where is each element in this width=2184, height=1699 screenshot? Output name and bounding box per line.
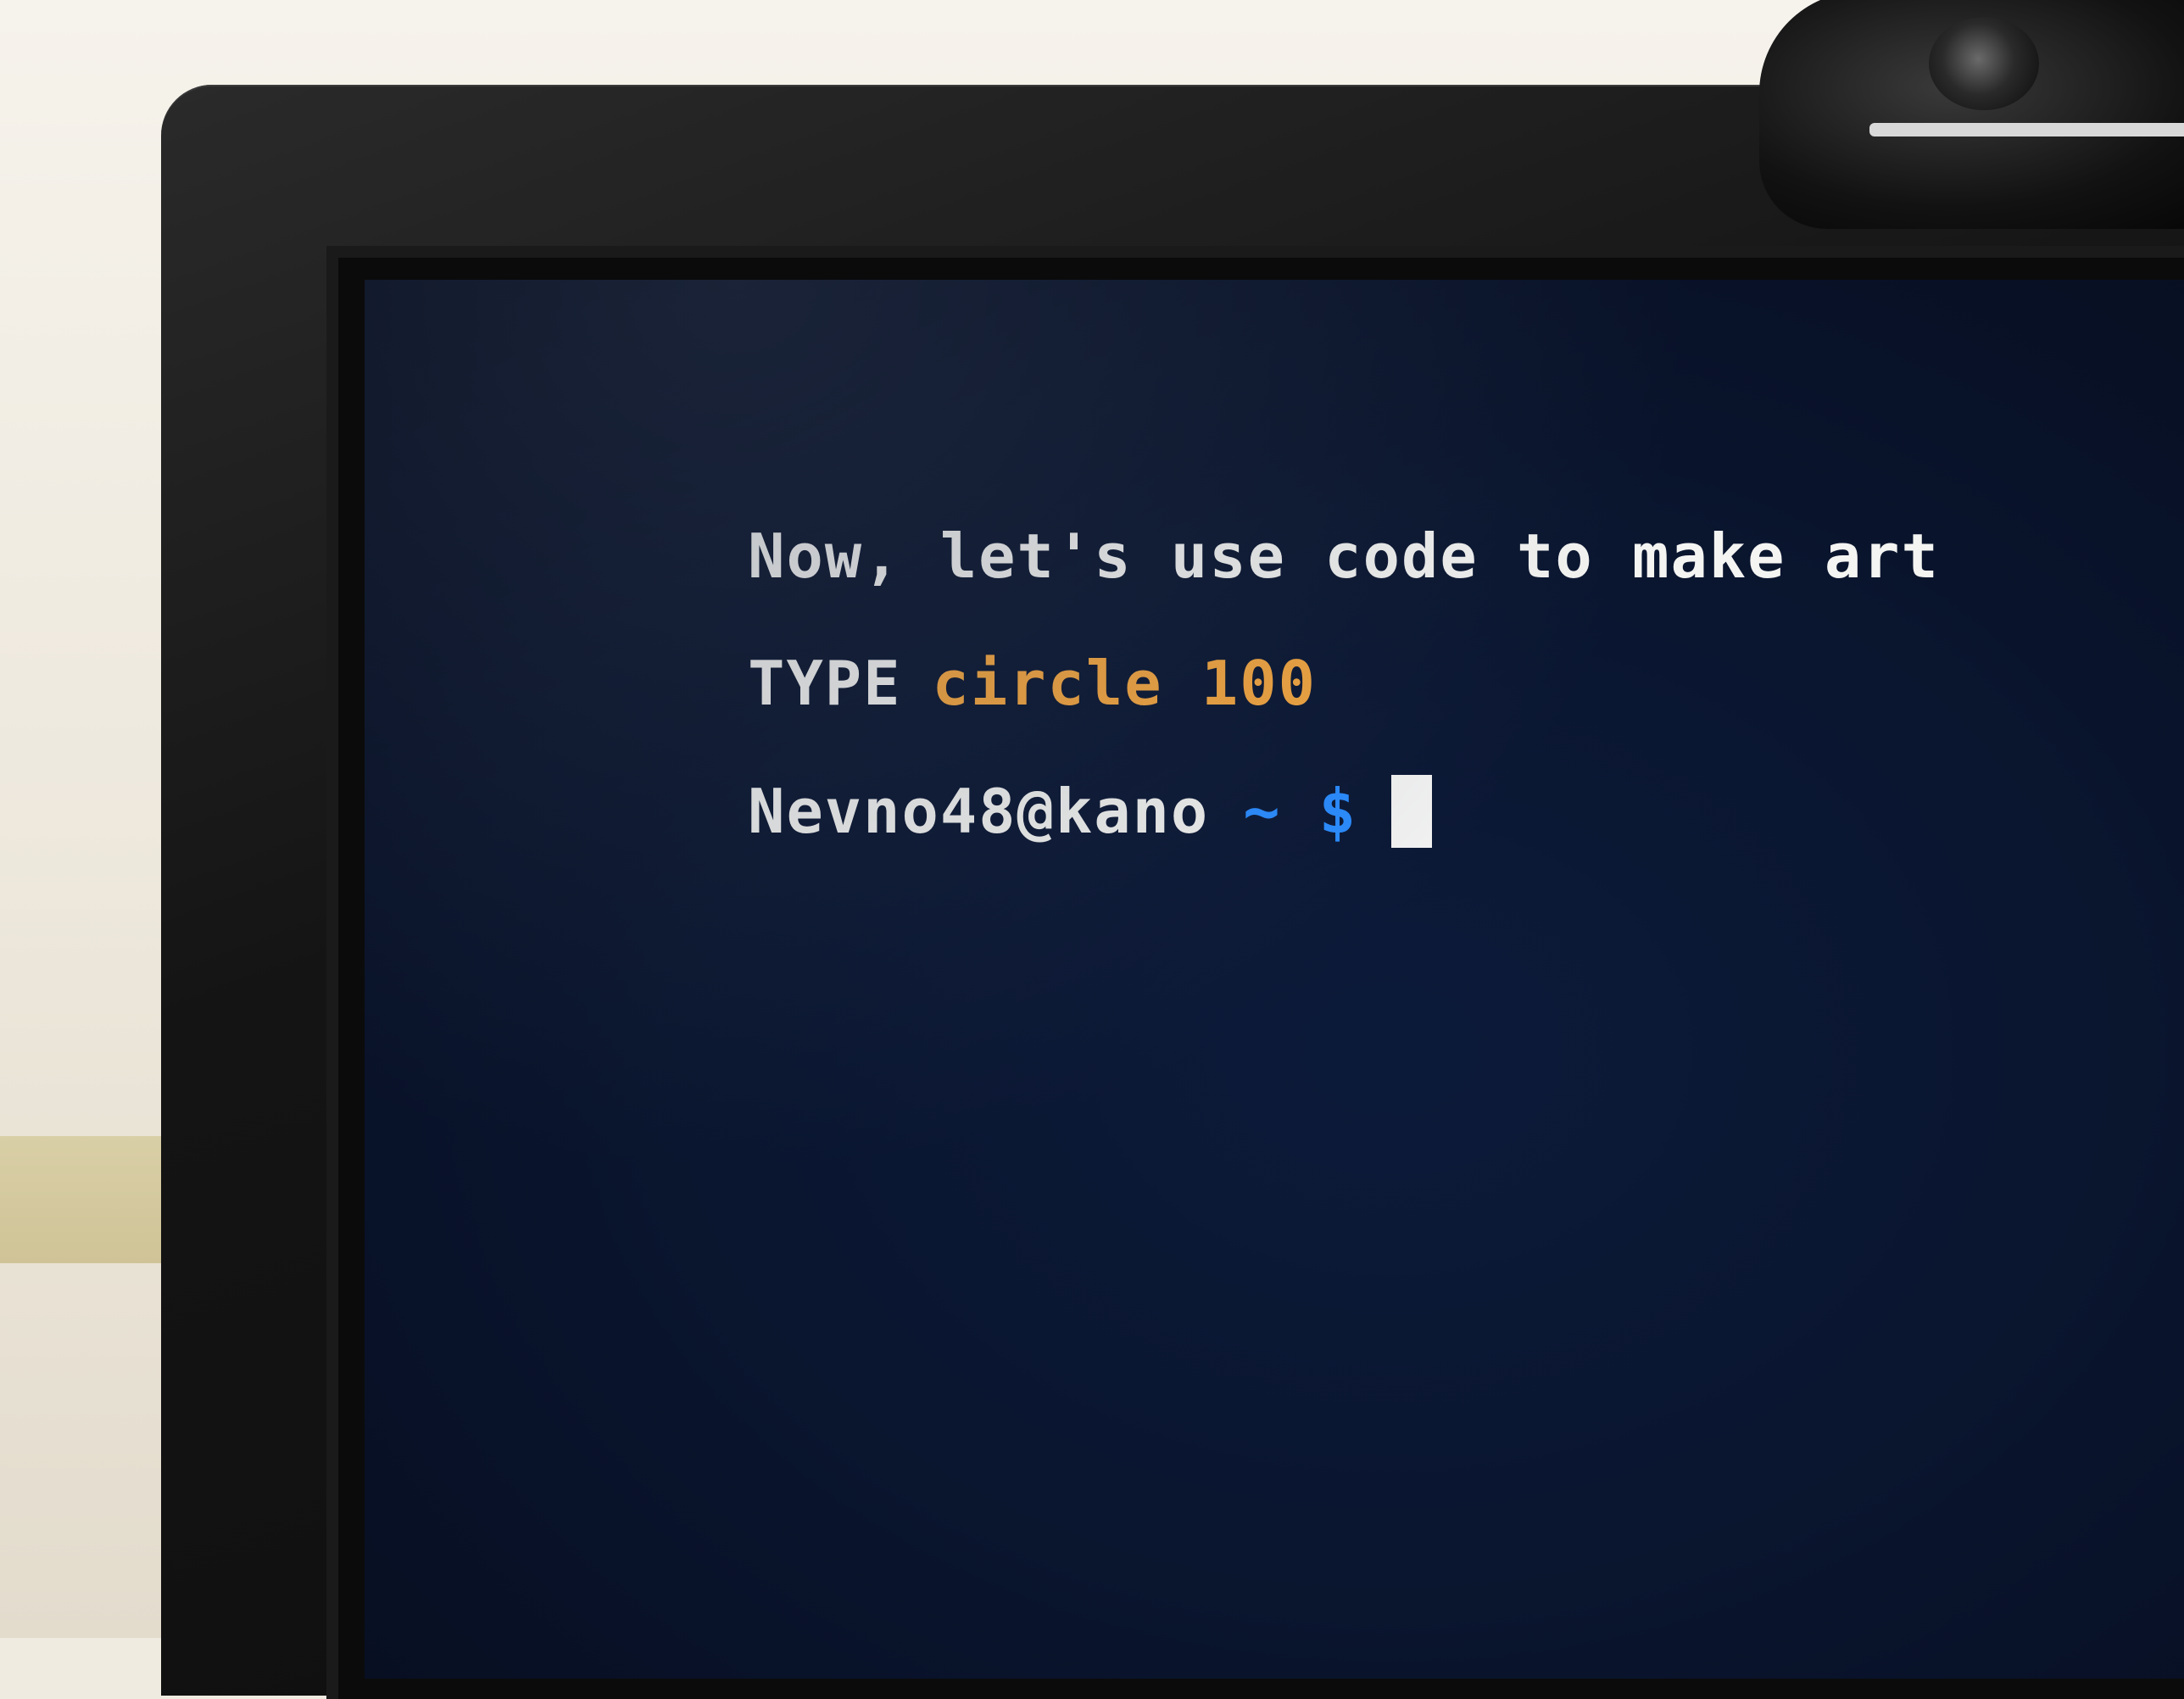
prompt-user: Nevno48@kano (748, 776, 1210, 847)
webcam-stripe (1869, 123, 2184, 136)
webcam-lens-icon (1929, 17, 2039, 110)
instruction-line: TYPE circle 100 (517, 577, 2128, 719)
webcam (1759, 0, 2184, 229)
message-line: Now, let's use code to make art (517, 449, 2128, 592)
terminal-screen[interactable]: Now, let's use code to make art TYPE circ… (365, 280, 2184, 1679)
terminal-output: Now, let's use code to make art TYPE circ… (517, 449, 2128, 848)
prompt-directory: ~ (1243, 776, 1282, 847)
text-cursor[interactable] (1390, 775, 1432, 848)
prompt-symbol: $ (1318, 776, 1357, 847)
prompt-line[interactable]: Nevno48@kano ~ $ (517, 704, 2128, 848)
